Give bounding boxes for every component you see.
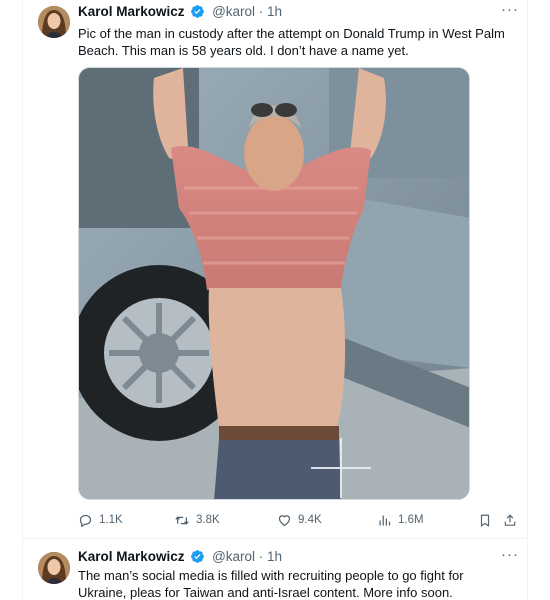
heart-icon [277, 513, 298, 528]
dot-separator: · [255, 4, 268, 19]
more-horizontal-icon[interactable]: ··· [501, 546, 519, 563]
timestamp[interactable]: 1h [267, 4, 282, 19]
dot-separator: · [255, 549, 268, 564]
verified-badge-icon [190, 4, 205, 22]
repost-count: 3.8K [196, 514, 220, 526]
author-name[interactable]: Karol Markowicz [78, 549, 185, 564]
bookmark-button[interactable] [478, 511, 492, 529]
views-chart-icon [377, 513, 398, 528]
tweet[interactable]: Karol Markowicz @karol · 1h ··· Pic of t… [23, 0, 527, 539]
tweet-text: Pic of the man in custody after the atte… [78, 26, 505, 58]
reply-count: 1.1K [99, 514, 123, 526]
views-count: 1.6M [398, 514, 424, 526]
reply-icon [78, 513, 99, 528]
tweet-header: Karol Markowicz @karol · 1h ··· [78, 1, 519, 22]
tweet-text: The man’s social media is filled with re… [78, 568, 464, 600]
avatar[interactable] [38, 6, 70, 38]
tweet-actions: 1.1K 3.8K 9.4K 1.6M [78, 511, 518, 529]
share-icon [503, 513, 517, 528]
repost-icon [174, 513, 196, 528]
views-button[interactable]: 1.6M [377, 511, 424, 529]
author-handle[interactable]: @karol [212, 549, 255, 564]
avatar[interactable] [38, 552, 70, 584]
share-button[interactable] [503, 511, 517, 529]
reply-button[interactable]: 1.1K [78, 511, 123, 529]
more-horizontal-icon[interactable]: ··· [501, 1, 519, 18]
like-count: 9.4K [298, 514, 322, 526]
like-button[interactable]: 9.4K [277, 511, 322, 529]
author-handle[interactable]: @karol [212, 4, 255, 19]
tweet[interactable]: Karol Markowicz @karol · 1h ··· The man’… [23, 538, 527, 600]
timestamp[interactable]: 1h [267, 549, 282, 564]
verified-badge-icon [190, 549, 205, 567]
author-name[interactable]: Karol Markowicz [78, 4, 185, 19]
timeline: Karol Markowicz @karol · 1h ··· Pic of t… [22, 0, 528, 600]
tweet-photo[interactable] [78, 67, 470, 500]
bookmark-icon [478, 513, 492, 528]
repost-button[interactable]: 3.8K [174, 511, 220, 529]
tweet-header: Karol Markowicz @karol · 1h ··· [78, 546, 519, 567]
